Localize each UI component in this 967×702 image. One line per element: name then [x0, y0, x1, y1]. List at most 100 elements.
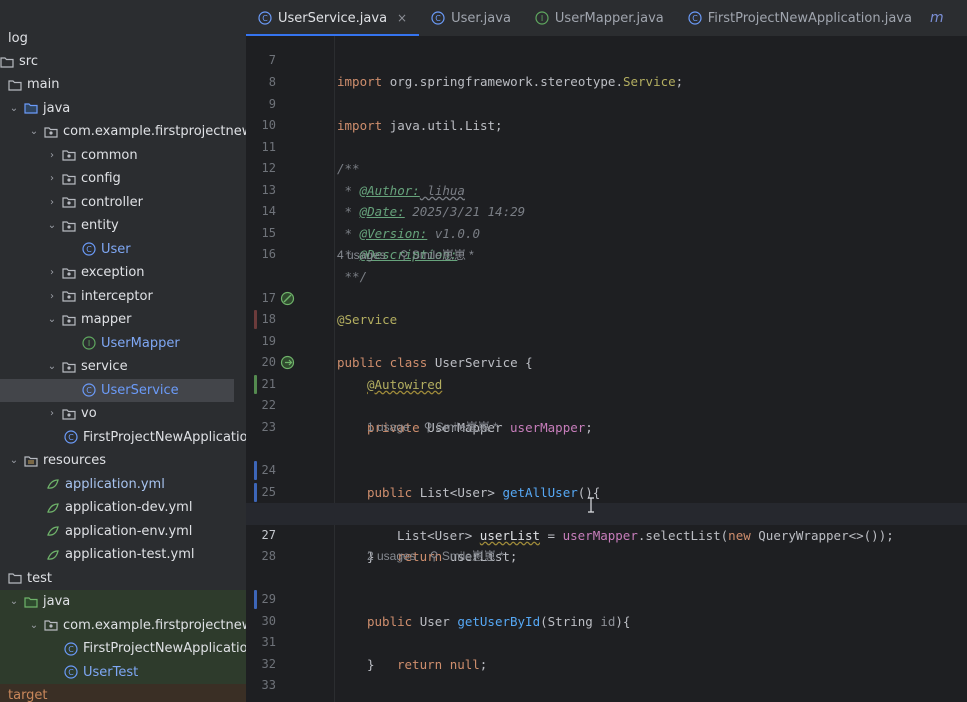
tree-label: vo [81, 406, 97, 422]
change-marker[interactable] [254, 461, 257, 480]
tree-folder-main[interactable]: main [0, 73, 246, 97]
tree-package-common[interactable]: › common [0, 144, 246, 168]
chevron-down-icon[interactable]: ⌄ [46, 361, 58, 373]
tab-userservice[interactable]: C UserService.java × [246, 0, 420, 36]
author-hint: ⚲ Smile崽崽 * [424, 420, 498, 434]
chevron-right-icon[interactable]: › [46, 196, 58, 208]
tree-folder-java-test[interactable]: ⌄ java [0, 590, 246, 614]
close-icon[interactable]: × [397, 11, 407, 25]
code-line: 10 [246, 94, 967, 132]
package-icon [62, 148, 76, 162]
tree-label: application-dev.yml [65, 500, 193, 516]
chevron-right-icon[interactable]: › [46, 267, 58, 279]
tree-folder-target[interactable]: target [0, 684, 246, 702]
tree-folder-resources[interactable]: ⌄ resources [0, 449, 246, 473]
class-icon: C [64, 665, 78, 679]
code-line: 16 **/ [246, 223, 967, 284]
usages-count: 1 usage [367, 420, 410, 434]
change-marker[interactable] [254, 374, 257, 394]
tree-package-mapper[interactable]: ⌄ mapper [0, 308, 246, 332]
chevron-down-icon[interactable]: ⌄ [28, 619, 40, 631]
change-marker[interactable] [254, 590, 257, 609]
usages-hint[interactable]: 1 usage ⚲ Smile崽崽 * [367, 417, 498, 439]
tab-label: User.java [451, 10, 511, 26]
code-editor[interactable]: 7 import org.springframework.stereotype.… [246, 36, 967, 702]
tab-application[interactable]: C FirstProjectNewApplication.java [676, 0, 924, 36]
tree-label: com.example.firstprojectnew [63, 124, 246, 140]
tree-file-user[interactable]: C User [0, 238, 246, 262]
svg-text:C: C [68, 645, 74, 654]
tree-file-application-dev-yml[interactable]: application-dev.yml [0, 496, 246, 520]
code-line: 30 return null; [246, 589, 967, 672]
code-line: 28 [246, 525, 967, 563]
tree-package-root[interactable]: ⌄ com.example.firstprojectnew [0, 120, 246, 144]
chevron-right-icon[interactable]: › [46, 173, 58, 185]
tree-file-usermapper[interactable]: I UserMapper [0, 332, 246, 356]
tree-folder-java-main[interactable]: ⌄ java [0, 97, 246, 121]
autowired-gutter-icon[interactable] [280, 355, 295, 370]
tab-user[interactable]: C User.java [419, 0, 523, 36]
tree-label: log [8, 31, 28, 47]
change-marker[interactable] [254, 482, 257, 502]
tree-folder-log[interactable]: log [0, 27, 246, 51]
tree-package-controller[interactable]: › controller [0, 191, 246, 215]
tree-file-application-test[interactable]: C FirstProjectNewApplication [0, 637, 246, 661]
tree-label: com.example.firstprojectnew [63, 617, 246, 633]
code-line: 32 [246, 632, 967, 671]
chevron-right-icon[interactable]: › [46, 149, 58, 161]
code-line: 15 * @Description: [246, 201, 967, 263]
chevron-right-icon[interactable]: › [46, 290, 58, 302]
tree-folder-src[interactable]: src [0, 50, 246, 74]
spring-class-icon: C [688, 11, 702, 25]
tab-label: UserMapper.java [554, 10, 664, 26]
tree-label: UserTest [83, 664, 139, 680]
tab-overflow[interactable]: m [924, 10, 944, 26]
yaml-icon [46, 524, 60, 538]
chevron-down-icon[interactable]: ⌄ [8, 596, 20, 608]
tab-label: FirstProjectNewApplication.java [707, 10, 912, 26]
tree-package-config[interactable]: › config [0, 167, 246, 191]
tree-package-test-root[interactable]: ⌄ com.example.firstprojectnew [0, 613, 246, 637]
tree-file-application-test-yml[interactable]: application-test.yml [0, 543, 246, 567]
tree-package-vo[interactable]: › vo [0, 402, 246, 426]
tree-file-application-yml[interactable]: application.yml [0, 473, 246, 497]
chevron-down-icon[interactable]: ⌄ [46, 314, 58, 326]
folder-icon [0, 55, 14, 69]
line-number: 23 [261, 419, 276, 434]
tree-package-interceptor[interactable]: › interceptor [0, 285, 246, 309]
tree-label: java [43, 100, 71, 116]
usages-hint[interactable]: 2 usages ⚲ Smile崽崽 * [367, 546, 504, 568]
usages-hint[interactable]: 4 usages ⚲ Smile崽崽 * [337, 245, 474, 267]
tree-label: interceptor [81, 288, 153, 304]
chevron-down-icon[interactable]: ⌄ [8, 455, 20, 467]
tree-file-application[interactable]: C FirstProjectNewApplication [0, 426, 246, 450]
project-tree: log src main ⌄ java ⌄ com.example.firstp… [0, 0, 246, 702]
user-icon: ⚲ [399, 247, 412, 262]
tree-label: service [81, 359, 128, 375]
code-line: 26 return userList; [246, 482, 967, 564]
tree-file-application-env-yml[interactable]: application-env.yml [0, 520, 246, 544]
tree-file-userservice[interactable]: C UserService [0, 378, 234, 402]
tree-folder-test[interactable]: test [0, 567, 246, 591]
change-marker[interactable] [254, 310, 257, 329]
package-icon [62, 313, 76, 327]
chevron-right-icon[interactable]: › [46, 408, 58, 420]
chevron-down-icon[interactable]: ⌄ [46, 220, 58, 232]
chevron-down-icon[interactable]: ⌄ [28, 126, 40, 138]
tree-label: test [27, 570, 52, 586]
svg-text:C: C [86, 245, 92, 254]
code-line: 33 } [246, 654, 967, 702]
tree-package-service[interactable]: ⌄ service [0, 355, 246, 379]
tree-package-entity[interactable]: ⌄ entity [0, 214, 246, 238]
test-folder-icon [24, 595, 38, 609]
line-number: 34 [246, 697, 276, 702]
tree-label: target [8, 688, 48, 702]
tree-file-usertest[interactable]: C UserTest [0, 660, 246, 684]
tab-usermapper[interactable]: I UserMapper.java [523, 0, 676, 36]
spring-bean-gutter-icon[interactable] [280, 291, 295, 306]
tree-package-exception[interactable]: › exception [0, 261, 246, 285]
code-line: 19 [246, 309, 967, 348]
source-folder-icon [24, 101, 38, 115]
svg-text:I: I [88, 339, 90, 348]
chevron-down-icon[interactable]: ⌄ [8, 102, 20, 114]
